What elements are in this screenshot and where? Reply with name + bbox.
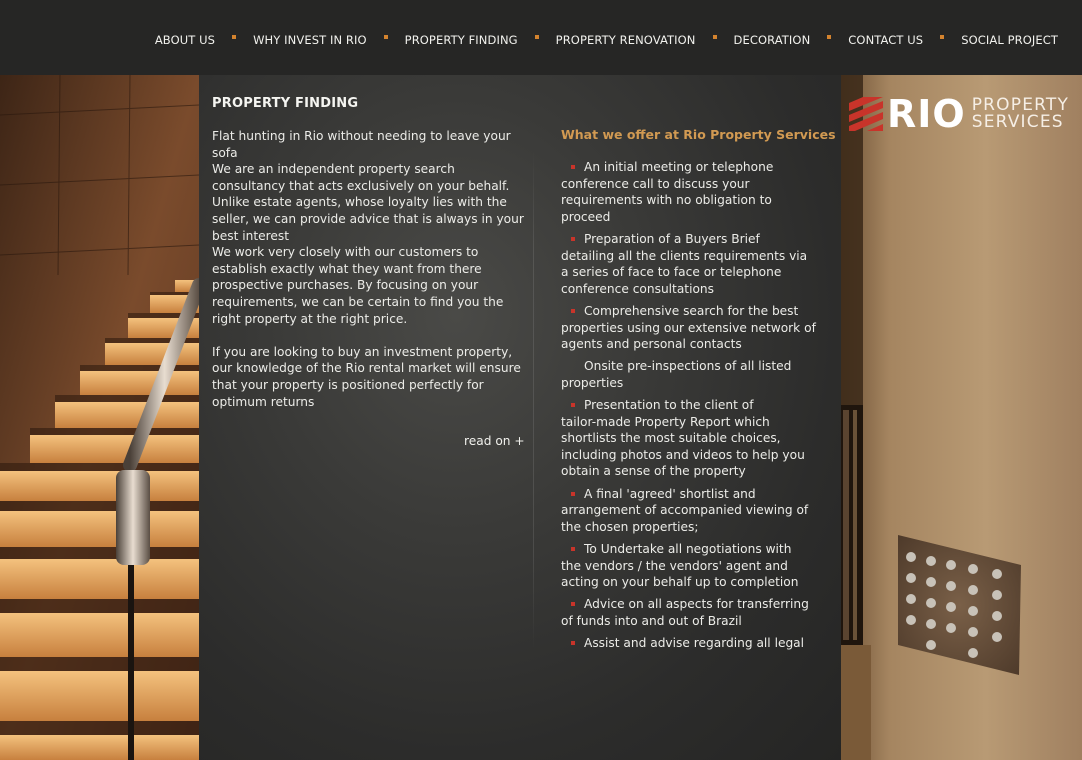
offer-item-line: properties (561, 375, 624, 390)
top-bar: ABOUT US WHY INVEST IN RIO PROPERTY FINDIN… (0, 0, 1082, 75)
intro-line: Flat hunting in Rio without needing to l… (212, 129, 511, 143)
nav-separator (827, 35, 832, 39)
offer-list: An initial meeting or telephone conferenc… (561, 159, 819, 657)
column-divider (533, 150, 534, 650)
intro-line: establish exactly what they want from th… (212, 261, 482, 276)
offer-item-line: the chosen properties; (561, 519, 699, 534)
offer-title: What we offer at Rio Property Services (561, 127, 836, 142)
offer-item-line: including photos and videos to help you (561, 447, 805, 462)
offer-item-line: agents and personal contacts (561, 337, 742, 352)
nav-item-property-finding[interactable]: PROPERTY FINDING (405, 33, 518, 47)
intro-line: our knowledge of the Rio rental market w… (212, 361, 521, 376)
offer-item-first-line: Assist and advise regarding all legal (584, 636, 805, 651)
nav-item-contact-us[interactable]: CONTACT US (848, 33, 923, 47)
bullet-icon (571, 641, 575, 646)
offer-item: Preparation of a Buyers Brief detailing a… (561, 231, 819, 297)
nav-item-decoration[interactable]: DECORATION (734, 33, 811, 47)
offer-item: Onsite pre-inspections of all listed prop… (561, 358, 819, 391)
logo-mark-icon (849, 97, 883, 131)
offer-item-line: arrangement of accompanied viewing of (561, 503, 809, 518)
nav-item-social-project[interactable]: SOCIAL PROJECT (961, 33, 1058, 47)
offer-item-line: tailor-made Property Report which (561, 414, 770, 429)
logo-subtitle: PROPERTY SERVICES (972, 97, 1069, 131)
content-panel: PROPERTY FINDING Flat hunting in Rio wit… (199, 75, 841, 760)
intro-line: right property at the right price. (212, 311, 408, 326)
intro-line: requirements, we can be certain to find … (212, 294, 504, 309)
bullet-icon (571, 602, 575, 607)
offer-item-line: a series of face to face or telephone (561, 265, 782, 280)
nav-separator (534, 35, 539, 39)
offer-item-line: acting on your behalf up to completion (561, 575, 799, 590)
bullet-icon (571, 308, 575, 313)
offer-item-line: requirements with no obligation to (561, 193, 772, 208)
intro-line (212, 327, 527, 344)
intro-line: If you are looking to buy an investment … (212, 344, 513, 359)
offer-item-first-line: A final 'agreed' shortlist and (584, 486, 756, 501)
offer-item-first-line: Comprehensive search for the best (584, 303, 799, 318)
offer-item-line: obtain a sense of the property (561, 464, 746, 479)
bullet-icon (571, 547, 575, 552)
nav-separator (383, 35, 388, 39)
nav-separator (712, 35, 717, 39)
logo-rio-text: RIO (887, 92, 966, 136)
intro-line: that your property is positioned perfect… (212, 377, 484, 392)
offer-item: A final 'agreed' shortlist and arrangemen… (561, 486, 819, 536)
intro-line: sofa (212, 145, 238, 160)
offer-item-line: detailing all the clients requirements v… (561, 248, 808, 263)
offer-item: Advice on all aspects for transferring of… (561, 596, 819, 629)
offer-item-line: proceed (561, 209, 611, 224)
offer-item-line: shortlists the most suitable choices, (561, 431, 781, 446)
bullet-icon (571, 403, 575, 408)
offer-item-line: the vendors / the vendors' agent and (561, 558, 788, 573)
offer-item-first-line: An initial meeting or telephone (584, 160, 774, 174)
offer-item: Presentation to the client of tailor-made… (561, 397, 819, 480)
offer-item-first-line: To Undertake all negotiations with (584, 542, 792, 557)
intro-line: Unlike estate agents, whose loyalty lies… (212, 195, 507, 210)
page-title: PROPERTY FINDING (212, 96, 359, 111)
bullet-icon (571, 364, 575, 368)
staircase-photo (0, 75, 199, 760)
nav-separator (940, 35, 945, 39)
intro-line: prospective purchases. By focusing on yo… (212, 278, 479, 293)
offer-item-line: conference consultations (561, 281, 714, 296)
offer-item-first-line: Advice on all aspects for transferring (584, 597, 809, 612)
nav-separator (232, 35, 237, 39)
offer-item: An initial meeting or telephone conferenc… (561, 159, 819, 225)
intro-line: optimum returns (212, 394, 315, 409)
brand-logo[interactable]: RIO PROPERTY SERVICES (849, 92, 1069, 136)
interior-photo (841, 75, 1082, 760)
offer-item-first-line: Onsite pre-inspections of all listed (584, 359, 792, 374)
intro-line: consultancy that acts exclusively on you… (212, 178, 510, 193)
bullet-icon (571, 236, 575, 241)
intro-line: We are an independent property search (212, 162, 455, 177)
offer-item: To Undertake all negotiations with the ve… (561, 541, 819, 591)
offer-item: Assist and advise regarding all legal (561, 635, 819, 652)
nav-item-about-us[interactable]: ABOUT US (155, 33, 215, 47)
bullet-icon (571, 491, 575, 496)
offer-item: Comprehensive search for the best propert… (561, 303, 819, 353)
intro-text: Flat hunting in Rio without needing to l… (212, 128, 527, 410)
offer-item-line: conference call to discuss your (561, 176, 750, 191)
main-nav: ABOUT US WHY INVEST IN RIO PROPERTY FINDIN… (155, 33, 1058, 47)
intro-line: best interest (212, 228, 289, 243)
offer-item-first-line: Preparation of a Buyers Brief (584, 231, 760, 246)
bullet-icon (571, 165, 575, 169)
nav-item-why-invest-in-rio[interactable]: WHY INVEST IN RIO (253, 33, 367, 47)
offer-item-first-line: Presentation to the client of (584, 398, 754, 413)
offer-item-line: properties using our extensive network o… (561, 320, 816, 335)
intro-line: We work very closely with our customers … (212, 245, 479, 260)
offer-item-line: of funds into and out of Brazil (561, 614, 742, 628)
intro-line: seller, we can provide advice that is al… (212, 211, 524, 226)
nav-item-property-renovation[interactable]: PROPERTY RENOVATION (556, 33, 696, 47)
logo-line-2: SERVICES (971, 112, 1064, 132)
read-on-link[interactable]: read on + (464, 434, 525, 448)
